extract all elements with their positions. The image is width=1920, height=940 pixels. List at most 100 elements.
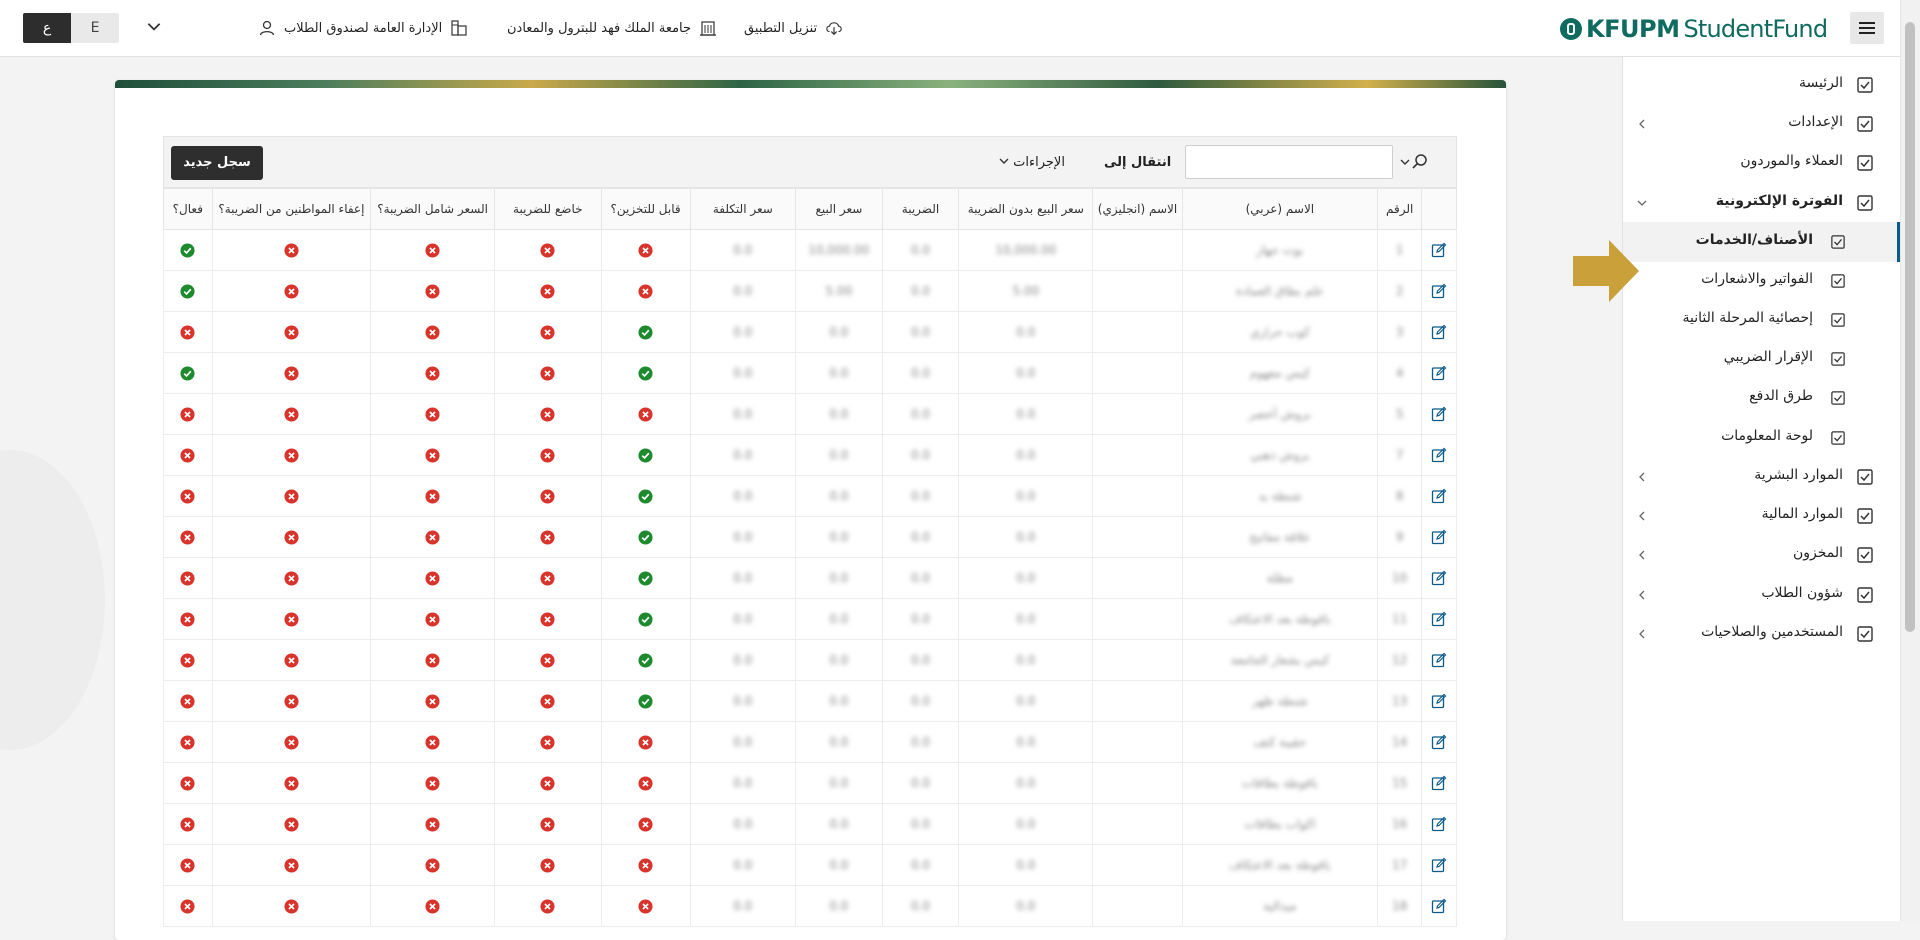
chevron-left-icon[interactable] <box>1635 470 1649 484</box>
edit-icon[interactable] <box>1431 857 1447 873</box>
column-header[interactable]: الاسم (عربي) <box>1181 188 1379 230</box>
column-header[interactable]: السعر شامل الضريبة؟ <box>370 188 496 230</box>
tax-inclusive-status-cell <box>370 352 496 394</box>
table-row[interactable]: 0.0 0.0 0.0 0.0 بروش أخضر 5 <box>163 393 1457 435</box>
lang-ar-button[interactable]: ع <box>23 13 71 43</box>
checkbox-icon <box>1857 77 1873 93</box>
top-bar: ع E الإدارة العامة لصندوق الطلاب جامعة ا… <box>0 0 1920 57</box>
column-header[interactable]: خاضع للضريبة <box>494 188 602 230</box>
column-header[interactable]: الاسم (انجليزي) <box>1092 188 1183 230</box>
checkbox-icon <box>1831 313 1845 327</box>
edit-icon[interactable] <box>1431 365 1447 381</box>
table-row[interactable]: 0.0 5.00 0.0 5.00 علم بطاق العمادة 2 <box>163 270 1457 312</box>
chevron-left-icon[interactable] <box>1635 548 1649 562</box>
table-row[interactable]: 0.0 0.0 0.0 0.0 بروش ذهبي 7 <box>163 434 1457 476</box>
chevron-down-icon[interactable] <box>1635 196 1649 210</box>
sidebar-item-2[interactable]: العملاء والموردون <box>1623 143 1901 183</box>
table-row[interactable]: 0.0 0.0 0.0 0.0 كوب حراري 3 <box>163 311 1457 353</box>
chevron-down-icon[interactable] <box>145 17 163 35</box>
edit-icon[interactable] <box>1431 570 1447 586</box>
checkbox-icon <box>1857 155 1873 171</box>
edit-icon[interactable] <box>1431 529 1447 545</box>
tax-cell: 0.0 <box>910 243 931 257</box>
actions-menu[interactable]: الإجراءات <box>999 155 1065 170</box>
sidebar-item-11[interactable]: الموارد المالية <box>1623 496 1901 536</box>
column-header[interactable]: فعال؟ <box>163 188 213 230</box>
sidebar-item-6[interactable]: إحصائية المرحلة الثانية <box>1623 300 1901 340</box>
column-header[interactable]: سعر التكلفة <box>689 188 796 230</box>
row-number-cell: 12 <box>1392 653 1408 667</box>
cost-cell: 0.0 <box>733 407 753 421</box>
edit-icon[interactable] <box>1431 324 1447 340</box>
edit-icon[interactable] <box>1431 693 1447 709</box>
table-row[interactable]: 0.0 0.0 0.0 0.0 باقوطة بعد الاعتكاف 17 <box>163 844 1457 886</box>
edit-icon[interactable] <box>1431 611 1447 627</box>
edit-icon[interactable] <box>1431 898 1447 914</box>
table-row[interactable]: 0.0 0.0 0.0 0.0 كيس بشعار الجامعة 12 <box>163 639 1457 681</box>
sidebar-item-3[interactable]: الفوترة الإلكترونية <box>1623 183 1901 223</box>
column-header[interactable]: الضريبة <box>881 188 960 230</box>
sidebar-item-1[interactable]: الإعدادات <box>1623 104 1901 144</box>
sidebar-item-10[interactable]: الموارد البشرية <box>1623 457 1901 497</box>
row-number-cell: 17 <box>1392 858 1408 872</box>
edit-icon[interactable] <box>1431 734 1447 750</box>
table-row[interactable]: 0.0 0.0 0.0 0.0 شنطة ظهر 13 <box>163 680 1457 722</box>
table-row[interactable]: 0.0 0.0 0.0 0.0 علاقة مفاتيح 9 <box>163 516 1457 558</box>
tax-inclusive-status-cell <box>370 721 496 763</box>
exempt-status-cell <box>211 680 372 722</box>
edit-icon[interactable] <box>1431 242 1447 258</box>
column-header[interactable]: قابل للتخزين؟ <box>600 188 691 230</box>
table-row[interactable]: 0.0 0.0 0.0 0.0 مظلة 10 <box>163 557 1457 599</box>
table-row[interactable]: 0.0 0.0 0.0 0.0 باقوطة بطاقات 15 <box>163 762 1457 804</box>
scrollbar-thumb[interactable] <box>1905 22 1915 632</box>
sidebar-item-13[interactable]: شؤون الطلاب <box>1623 575 1901 615</box>
edit-icon[interactable] <box>1431 775 1447 791</box>
sidebar-item-7[interactable]: الإقرار الضريبي <box>1623 339 1901 379</box>
table-row[interactable]: 0.0 0.0 0.0 0.0 شنطة يد 8 <box>163 475 1457 517</box>
active-status-cell <box>163 229 213 271</box>
goto-label[interactable]: انتقال إلى <box>1104 155 1171 170</box>
column-header[interactable]: سعر البيع بدون الضريبة <box>958 188 1094 230</box>
lang-en-button[interactable]: E <box>71 13 119 43</box>
sidebar-item-4[interactable]: الأصناف/الخدمات <box>1623 222 1901 262</box>
chevron-left-icon[interactable] <box>1635 117 1649 131</box>
sidebar-item-12[interactable]: المخزون <box>1623 535 1901 575</box>
edit-icon[interactable] <box>1431 488 1447 504</box>
edit-icon[interactable] <box>1431 406 1447 422</box>
edit-icon[interactable] <box>1431 816 1447 832</box>
download-app-link[interactable]: تنزيل التطبيق <box>744 18 843 38</box>
table-row[interactable]: 0.0 0.0 0.0 0.0 باقوطة بعد الاعتكاف 11 <box>163 598 1457 640</box>
table-row[interactable]: 0.0 10,000.00 0.0 10,000.00 بوت جهاز 1 <box>163 229 1457 271</box>
sidebar-item-14[interactable]: المستخدمين والصلاحيات <box>1623 614 1901 654</box>
hamburger-icon[interactable] <box>1850 12 1884 44</box>
column-header[interactable]: إعفاء المواطنين من الضريبة؟ <box>211 188 372 230</box>
tax-cell: 0.0 <box>910 817 931 831</box>
cost-cell: 0.0 <box>733 489 753 503</box>
sidebar-item-label: العملاء والموردون <box>1740 153 1843 169</box>
chevron-left-icon[interactable] <box>1635 588 1649 602</box>
sidebar-item-9[interactable]: لوحة المعلومات <box>1623 418 1901 458</box>
chevron-left-icon[interactable] <box>1635 627 1649 641</box>
edit-icon[interactable] <box>1431 283 1447 299</box>
x-circle-icon <box>180 816 195 832</box>
table-row[interactable]: 0.0 0.0 0.0 0.0 اكواب بطاقات 16 <box>163 803 1457 845</box>
column-header[interactable]: سعر البيع <box>794 188 883 230</box>
table-row[interactable]: 0.0 0.0 0.0 0.0 ميدالية 18 <box>163 885 1457 927</box>
search-column-selector[interactable] <box>1399 152 1433 172</box>
edit-icon[interactable] <box>1431 447 1447 463</box>
sidebar-item-0[interactable]: الرئيسة <box>1623 65 1901 105</box>
search-input[interactable] <box>1185 145 1393 179</box>
check-circle-icon <box>180 242 195 258</box>
tax-cell: 0.0 <box>910 735 931 749</box>
university-link[interactable]: جامعة الملك فهد للبترول والمعادن <box>507 18 717 38</box>
tax-cell: 0.0 <box>910 776 931 790</box>
sidebar-item-8[interactable]: طرق الدفع <box>1623 378 1901 418</box>
table-row[interactable]: 0.0 0.0 0.0 0.0 حقيبة كتف 14 <box>163 721 1457 763</box>
edit-icon[interactable] <box>1431 652 1447 668</box>
user-menu[interactable]: الإدارة العامة لصندوق الطلاب <box>258 18 468 38</box>
chevron-left-icon[interactable] <box>1635 509 1649 523</box>
new-record-button[interactable]: سجل جديد <box>171 146 263 180</box>
table-row[interactable]: 0.0 0.0 0.0 0.0 كيس مفهوم 4 <box>163 352 1457 394</box>
sidebar-item-5[interactable]: الفواتير والاشعارات <box>1623 261 1901 301</box>
column-header[interactable]: الرقم <box>1377 188 1423 230</box>
